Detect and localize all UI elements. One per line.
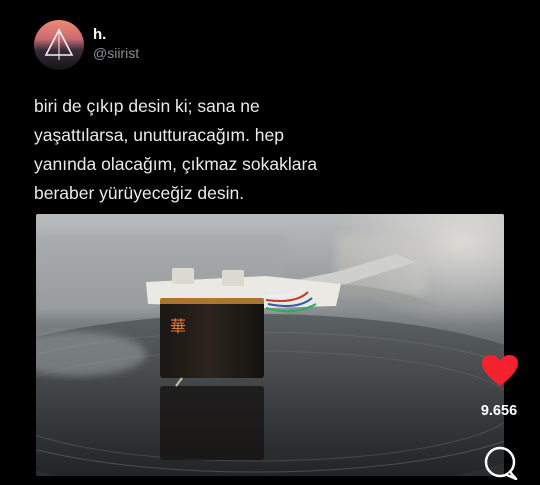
tweet-text: biri de çıkıp desin ki; sana ne yaşattıl… [34,92,474,208]
author-handle[interactable]: @siirist [93,45,139,61]
turntable-photo: 華 [36,214,504,476]
tweet-line: yaşattılarsa, unutturacağım. hep [34,125,284,145]
avatar-triangle-logo [44,28,74,60]
tweet-line: beraber yürüyeceğiz desin. [34,183,245,203]
avatar[interactable] [34,20,84,70]
like-count: 9.656 [480,403,518,419]
comment-button[interactable] [480,444,520,481]
comment-icon [484,446,518,481]
heart-icon [482,355,518,386]
cartridge-logo: 華 [170,317,186,336]
tweet-line: biri de çıkıp desin ki; sana ne [34,96,260,116]
author-name[interactable]: h. [93,26,106,43]
like-button[interactable] [481,354,519,388]
tweet-line: yanında olacağım, çıkmaz sokaklara [34,154,318,174]
tweet-media-image[interactable]: 華 [36,214,504,476]
